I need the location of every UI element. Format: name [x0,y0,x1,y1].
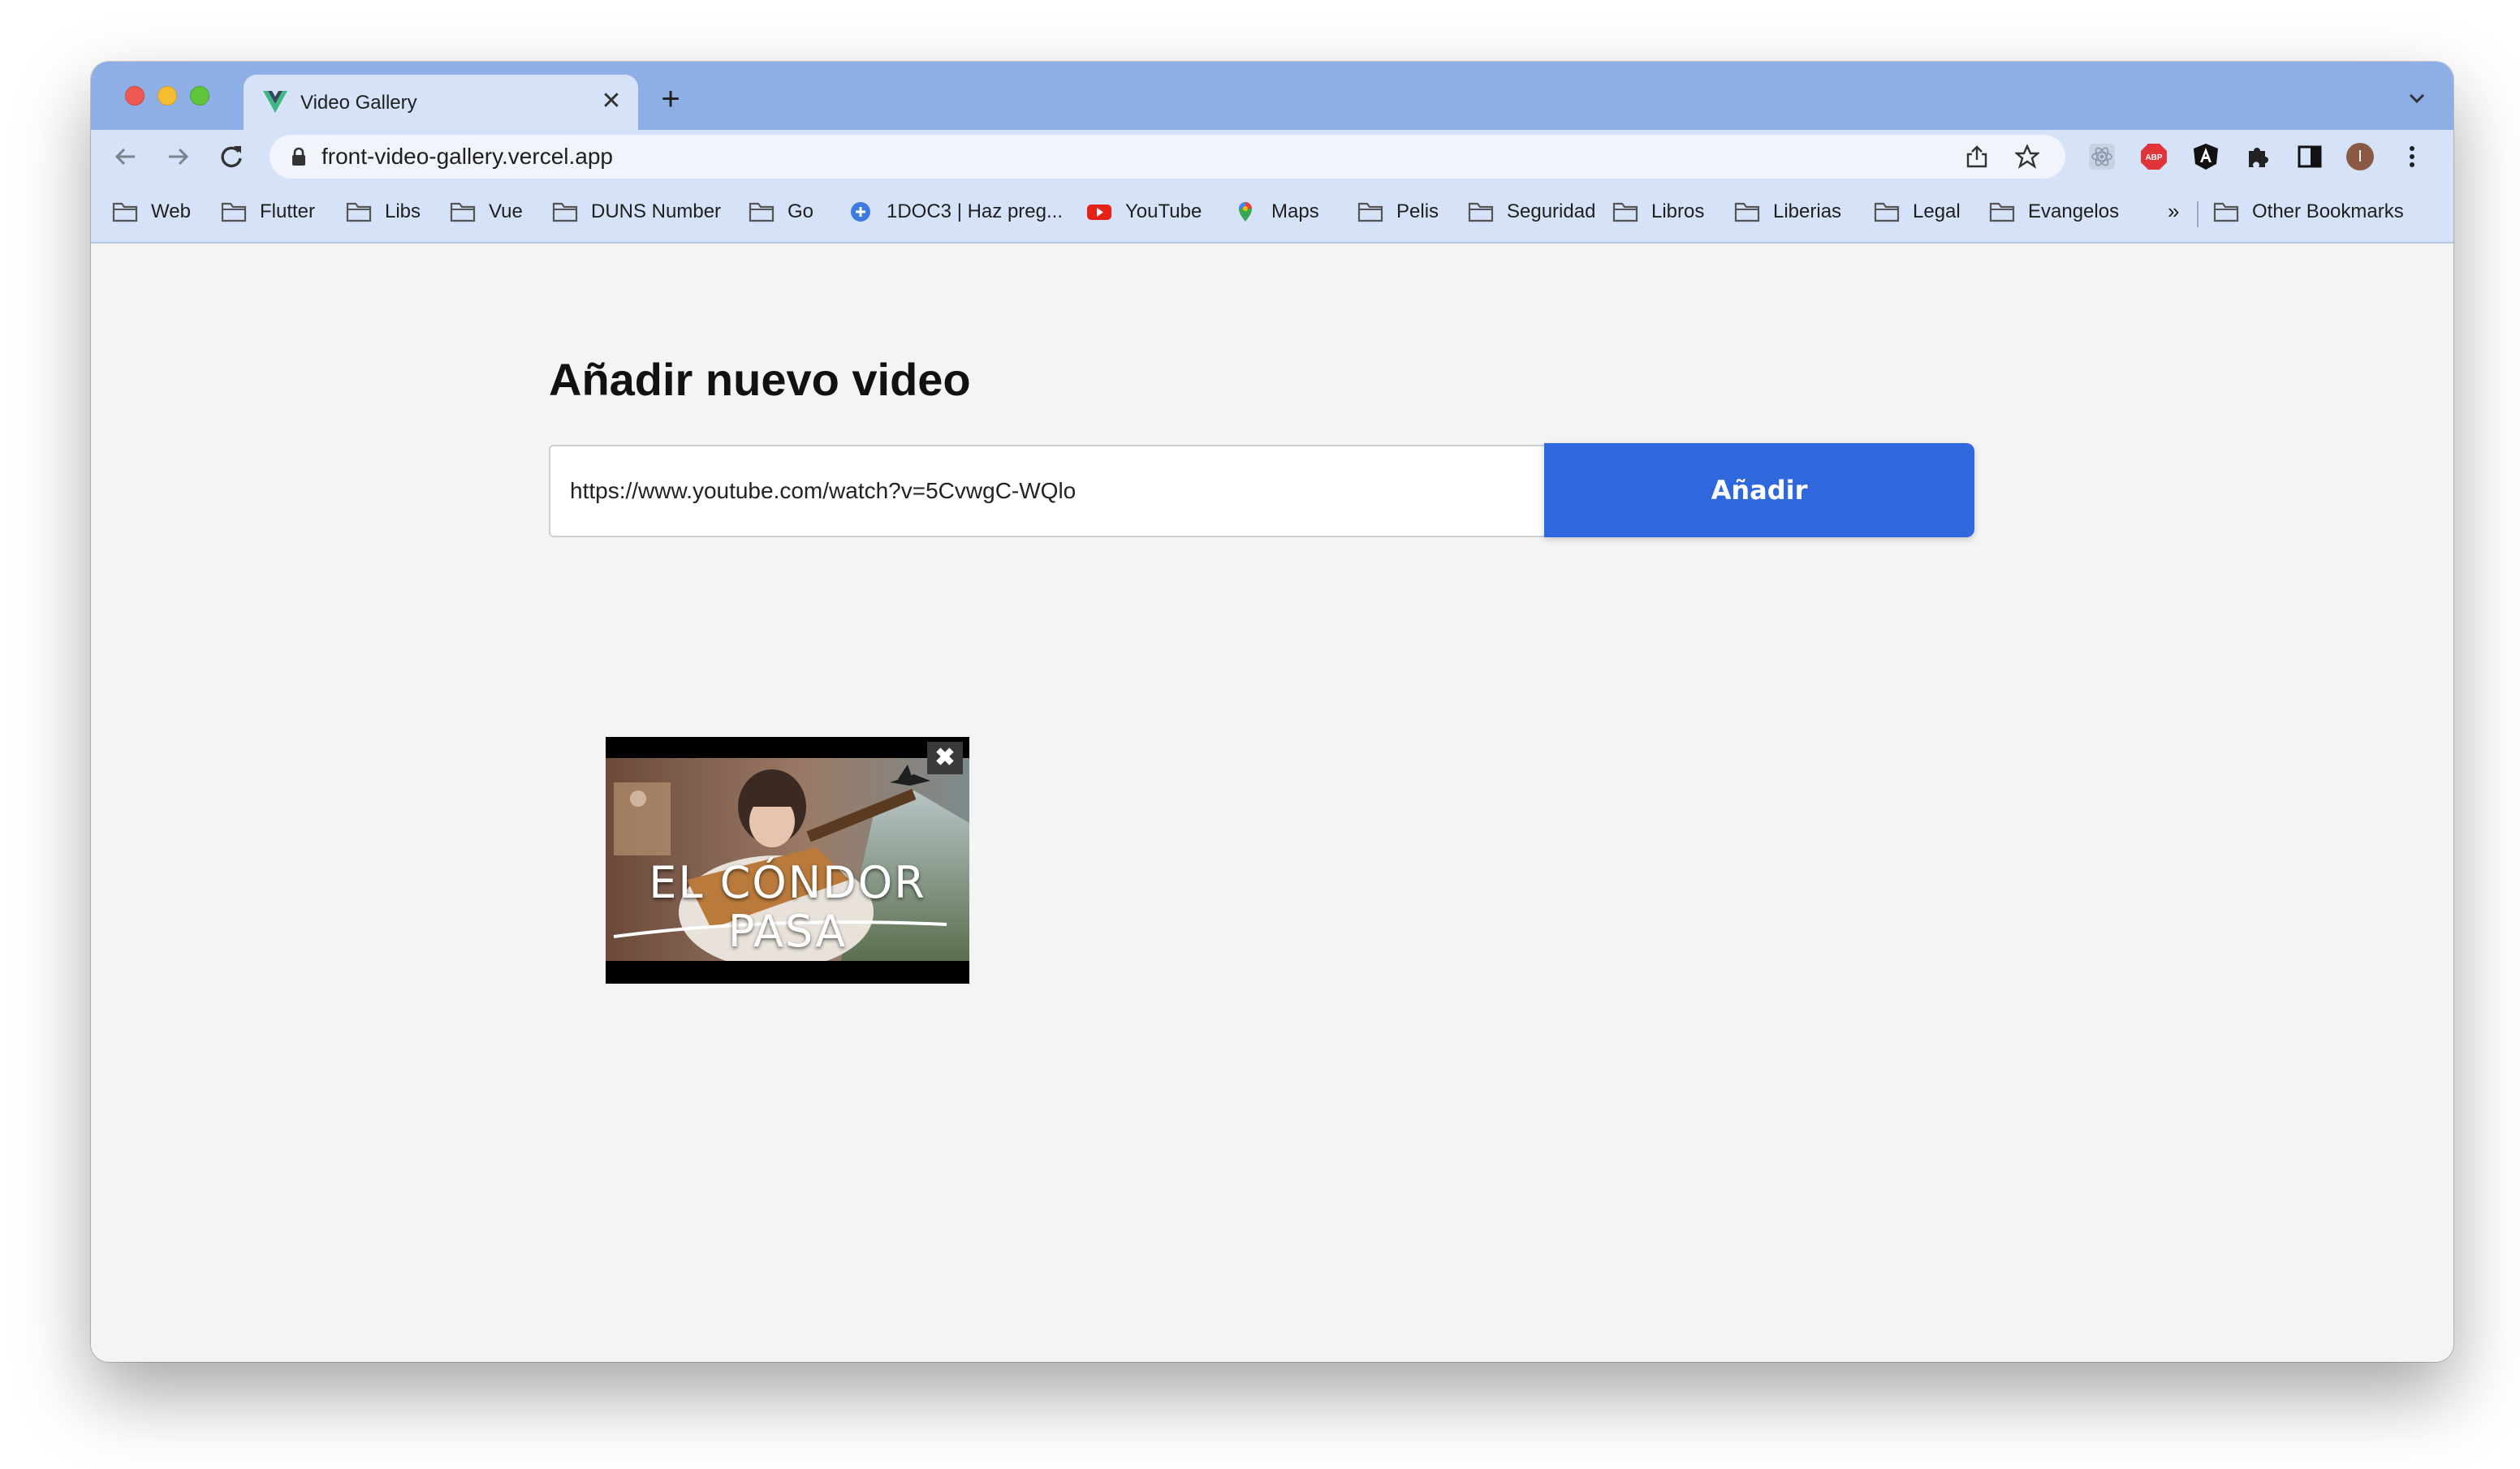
bookmark-1doc3[interactable]: 1DOC3 | Haz preg... [848,200,1063,224]
new-tab-button[interactable]: + [654,83,687,117]
minimize-window-button[interactable] [158,86,177,106]
folder-icon [1989,202,2015,222]
profile-avatar[interactable]: I [2346,143,2374,170]
bookmark-liberias[interactable]: Liberias [1734,200,1841,224]
page-title: Añadir nuevo video [549,354,971,405]
maximize-window-button[interactable] [190,86,209,106]
maps-pin-icon [1239,202,1252,222]
bookmark-go[interactable]: Go [749,200,813,224]
folder-icon [221,202,247,222]
youtube-icon [1087,205,1111,220]
bookmark-seguridad[interactable]: Seguridad [1468,200,1595,224]
reload-icon[interactable] [218,143,245,170]
browser-toolbar: front-video-gallery.vercel.app ABP I [91,130,2453,183]
folder-icon [1874,202,1900,222]
bookmark-youtube[interactable]: YouTube [1086,200,1202,224]
folder-icon [450,202,476,222]
bookmark-other-bookmarks[interactable]: Other Bookmarks [2213,200,2404,224]
bookmark-libros[interactable]: Libros [1612,200,1704,224]
folder-icon [1734,202,1760,222]
chevron-down-icon[interactable] [2405,86,2429,110]
svg-text:ABP: ABP [2145,153,2162,162]
close-tab-icon[interactable]: ✕ [599,89,624,114]
bookmark-web[interactable]: Web [112,200,191,224]
bookmark-vue[interactable]: Vue [450,200,523,224]
bookmark-duns-number[interactable]: DUNS Number [552,200,721,224]
address-bar[interactable]: front-video-gallery.vercel.app [270,135,2065,179]
plus-circle-icon [851,202,870,222]
bookmark-legal[interactable]: Legal [1874,200,1961,224]
more-menu-icon[interactable] [2398,143,2426,170]
side-panel-icon[interactable] [2296,143,2324,170]
video-card[interactable]: EL CÓNDOR PASA ✖ [606,737,969,984]
folder-icon [1612,202,1638,222]
back-arrow-icon[interactable] [112,143,140,170]
bookmark-libs[interactable]: Libs [346,200,421,224]
bookmarks-bar: Web Flutter Libs Vue DUNS Number Go 1DOC… [91,183,2453,243]
react-devtools-icon[interactable] [2088,143,2116,170]
url-text[interactable]: front-video-gallery.vercel.app [321,144,613,169]
bookmarks-overflow-button[interactable]: » [2168,198,2179,224]
bookmark-evangelos[interactable]: Evangelos [1989,200,2119,224]
extensions-puzzle-icon[interactable] [2244,143,2272,170]
add-video-button[interactable]: Añadir [1544,443,1974,537]
folder-icon [1468,202,1494,222]
folder-icon [749,202,775,222]
folder-icon [1357,202,1383,222]
folder-icon [346,202,372,222]
forward-arrow-icon[interactable] [164,143,192,170]
bookmarks-divider [2197,201,2199,227]
star-bookmark-icon[interactable] [2015,144,2039,169]
remove-video-icon[interactable]: ✖ [927,742,963,774]
tab-title: Video Gallery [300,92,417,114]
share-icon[interactable] [1965,144,1989,169]
page-content: Añadir nuevo video Añadir [91,245,2453,1362]
folder-icon [552,202,578,222]
folder-icon [112,202,138,222]
lock-icon[interactable] [291,147,307,166]
bookmark-pelis[interactable]: Pelis [1357,200,1439,224]
bookmark-flutter[interactable]: Flutter [221,200,315,224]
close-window-button[interactable] [125,86,145,106]
browser-window: Video Gallery ✕ + front-video-gallery.ve… [91,62,2453,1362]
tab-video-gallery[interactable]: Video Gallery ✕ [244,75,638,130]
angular-devtools-icon[interactable] [2192,143,2220,170]
adblock-plus-icon[interactable]: ABP [2140,143,2168,170]
folder-icon [2213,202,2239,222]
tab-strip: Video Gallery ✕ + [91,62,2453,130]
thumbnail-caption: EL CÓNDOR PASA [649,857,926,957]
video-url-input[interactable] [549,445,1546,537]
bookmark-maps[interactable]: Maps [1232,200,1319,224]
vue-logo-icon [263,91,287,113]
